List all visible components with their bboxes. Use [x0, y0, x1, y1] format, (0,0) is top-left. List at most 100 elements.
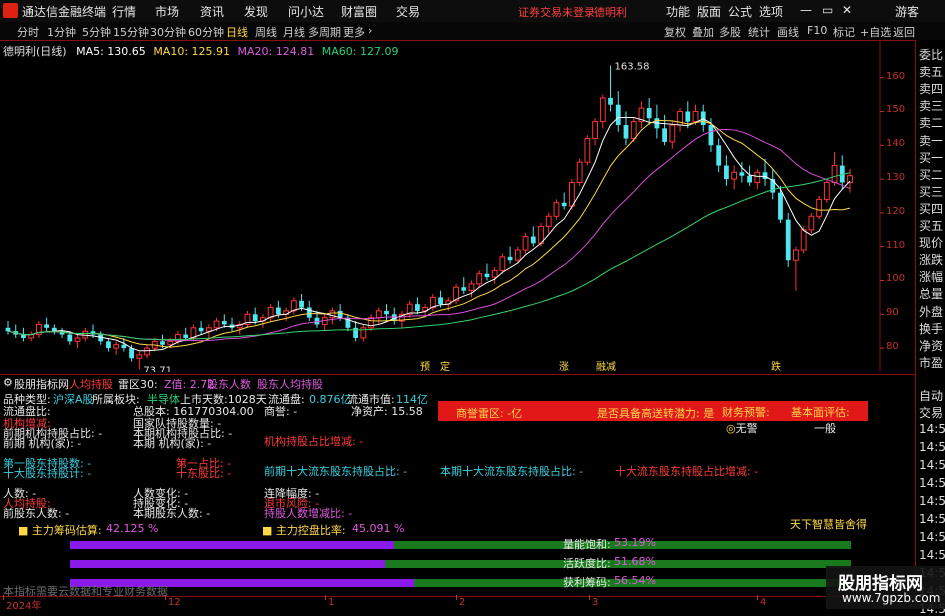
close-icon[interactable]: ✕ — [842, 3, 852, 17]
candle-body — [21, 334, 26, 338]
candle-body — [491, 269, 498, 278]
candle-body — [299, 300, 304, 308]
tool-fuquan[interactable]: 复权 — [664, 24, 686, 40]
candle-body — [476, 273, 483, 285]
trade-mode-item[interactable]: 自动 — [919, 387, 943, 404]
caiwu-value: ◎无警 — [726, 420, 758, 436]
quote-item: 净资 — [919, 338, 944, 353]
candle-body — [468, 283, 475, 292]
period-day[interactable]: 日线 — [226, 24, 248, 40]
tick-time: 14:5 — [919, 422, 945, 436]
candle-body — [461, 287, 467, 291]
stock-name: 德明利 — [594, 6, 627, 19]
menu-faxian[interactable]: 发现 — [244, 3, 268, 20]
x-tick — [165, 595, 166, 600]
candle-body — [183, 334, 189, 338]
candle-body — [800, 229, 807, 251]
ind-d: 股东人数 — [207, 378, 251, 391]
period-1min[interactable]: 1分钟 — [47, 24, 76, 40]
tick-time: 14:5 — [919, 512, 945, 526]
y-tick-label: 80 — [886, 341, 899, 353]
quote-item: 卖一 — [919, 133, 944, 148]
candle-body — [793, 249, 799, 261]
cgrs-label: 持股人数增减比: - — [264, 507, 353, 520]
ind-settings-icon[interactable]: ⚙ — [3, 376, 13, 389]
restore-icon[interactable]: ▭ — [822, 3, 833, 17]
candle-body — [484, 273, 490, 278]
quote-item: 买一 — [919, 150, 944, 165]
trade-mode-item[interactable]: 交易 — [919, 404, 943, 421]
candle-body — [553, 202, 560, 217]
tool-biaoji[interactable]: 标记 — [833, 24, 855, 40]
y-tick-label: 110 — [886, 239, 906, 251]
zhuli-chouma-label: ■ 主力筹码估算: — [18, 524, 102, 537]
gdsb2-label: 十东股比: - — [176, 467, 232, 480]
candle-body — [623, 124, 629, 139]
candle-body — [592, 121, 598, 140]
period-more[interactable]: 更多 — [343, 24, 365, 40]
candle-body — [275, 307, 281, 315]
candle-body — [608, 97, 613, 105]
x-tick-label: 1 — [328, 597, 335, 608]
quote-item: 卖四 — [919, 82, 944, 97]
more-chevron-icon[interactable]: › — [368, 24, 372, 37]
menu-gongneng[interactable]: 功能 — [666, 3, 690, 20]
candle-body — [252, 314, 258, 322]
tool-duogu[interactable]: 多股 — [719, 24, 741, 40]
tick-time: 14:5 — [919, 458, 945, 472]
x-tick — [589, 595, 590, 600]
quote-side-panel: 委比 卖五 卖四 卖三 卖二 卖一 买一 买二 买三 买四 买五 现价 涨跌 涨幅 总量 外盘 换手 净资 市盈 自动… — [915, 40, 945, 616]
tool-huaxian[interactable]: 画线 — [777, 24, 799, 40]
candle-body — [213, 320, 220, 329]
candle-body — [415, 304, 420, 311]
zhuli-kongpan-text: 主力控盘比率: — [275, 524, 346, 537]
x-tick — [3, 595, 4, 600]
zhuli-kongpan-value: 45.091 % — [352, 522, 405, 535]
tool-fanhui[interactable]: 返回 — [893, 24, 915, 40]
period-30min[interactable]: 30分钟 — [150, 24, 186, 40]
period-week[interactable]: 周线 — [255, 24, 277, 40]
candle-body — [507, 256, 513, 261]
ind-name[interactable]: 股朋指标网 — [14, 376, 69, 392]
tool-f10[interactable]: F10 — [807, 24, 827, 37]
progress-value: 53.19% — [614, 536, 656, 549]
menu-zixun[interactable]: 资讯 — [200, 3, 224, 20]
menu-jiaoyi[interactable]: 交易 — [396, 3, 420, 20]
tool-diejia[interactable]: 叠加 — [692, 24, 714, 40]
y-tick-label: 130 — [886, 172, 906, 184]
tool-zixuan[interactable]: +自选 — [860, 24, 891, 40]
ind-a: 人均持股 — [69, 378, 113, 391]
menu-gongshi[interactable]: 公式 — [728, 3, 752, 20]
candle-body — [44, 324, 50, 328]
menu-xuanxiang[interactable]: 选项 — [759, 3, 783, 20]
watermark: 股朋指标网 www.7gpzb.com — [826, 566, 945, 609]
candle-body — [28, 334, 35, 339]
period-fenshi[interactable]: 分时 — [17, 24, 39, 40]
kline-chart[interactable]: 德明利(日线) MA5: 130.65 MA10: 125.91 MA20: 1… — [0, 40, 915, 372]
period-15min[interactable]: 15分钟 — [113, 24, 149, 40]
candle-body — [198, 327, 204, 332]
menu-hangqing[interactable]: 行情 — [112, 3, 136, 20]
minimize-icon[interactable]: — — [800, 3, 812, 17]
date-axis: 2024年 12 1 2 3 4 — [0, 595, 915, 612]
candle-body — [754, 171, 761, 183]
menu-shichang[interactable]: 市场 — [155, 3, 179, 20]
candle-body — [576, 161, 583, 183]
caiwu-label: 财务预警: — [722, 406, 770, 419]
period-month[interactable]: 月线 — [283, 24, 305, 40]
period-60min[interactable]: 60分钟 — [188, 24, 224, 40]
period-5min[interactable]: 5分钟 — [82, 24, 111, 40]
quote-item: 现价 — [919, 236, 944, 251]
quote-item: 买四 — [919, 201, 944, 216]
menu-banmian[interactable]: 版面 — [697, 3, 721, 20]
login-notice[interactable]: 证券交易未登录 — [518, 4, 595, 20]
period-multi[interactable]: 多周期 — [308, 24, 341, 40]
candle-body — [499, 256, 506, 271]
menu-caifuquan[interactable]: 财富圈 — [341, 3, 377, 20]
progress-fill — [70, 560, 385, 568]
candle-body — [808, 215, 815, 231]
menu-wenxiaoda[interactable]: 问小达 — [288, 3, 324, 20]
guest-label[interactable]: 游客 — [895, 3, 919, 20]
candle-body — [129, 348, 134, 359]
tool-tongji[interactable]: 统计 — [748, 24, 770, 40]
